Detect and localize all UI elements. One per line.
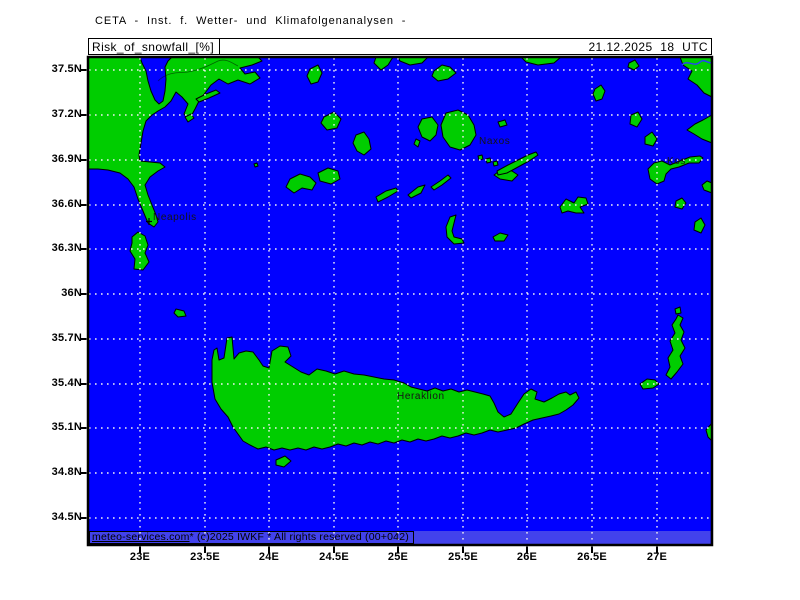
lon-label: 25E (388, 551, 408, 563)
lon-axis-labels: 23E 23.5E 24E 24.5E 25E 25.5E 26E 26.5E 27E (0, 0, 800, 600)
credits-text: * (c)2025 IWKF * All rights reserved (00… (190, 532, 409, 543)
lon-label: 25.5E (448, 551, 478, 563)
lon-label: 24E (259, 551, 279, 563)
credits-bar: meteo-services.com * (c)2025 IWKF * All … (89, 531, 414, 544)
credits-link[interactable]: meteo-services.com (92, 532, 190, 543)
lon-label: 23.5E (190, 551, 220, 563)
lon-label: 26.5E (577, 551, 607, 563)
lon-label: 24.5E (319, 551, 349, 563)
city-label-kos: Kos (667, 156, 686, 167)
city-label-neapolis: Neapolis (153, 212, 197, 223)
city-label-heraklion: Heraklion (397, 391, 445, 402)
lon-label: 27E (647, 551, 667, 563)
lon-label: 23E (130, 551, 150, 563)
lon-label: 26E (517, 551, 537, 563)
city-label-naxos: Naxos (479, 136, 510, 147)
